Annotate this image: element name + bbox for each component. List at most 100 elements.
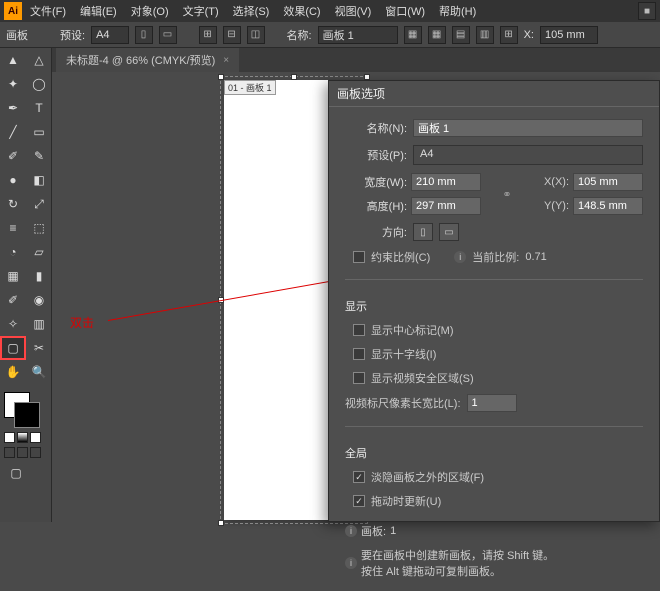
opt-icon-4[interactable]: ▦ — [404, 26, 422, 44]
line-tool-icon[interactable]: ╱ — [0, 120, 26, 144]
opt-icon-3[interactable]: ◫ — [247, 26, 265, 44]
lasso-tool-icon[interactable]: ◯ — [26, 72, 52, 96]
preset-select-dialog[interactable]: A4 — [413, 145, 643, 165]
graph-tool-icon[interactable]: ▥ — [26, 312, 52, 336]
eyedropper-tool-icon[interactable]: ✐ — [0, 288, 26, 312]
mesh-tool-icon[interactable]: ▦ — [0, 264, 26, 288]
orient-landscape-icon[interactable]: ▭ — [159, 26, 177, 44]
x-pos-label: X(X): — [533, 176, 569, 188]
scale-tool-icon[interactable]: ⤢ — [26, 192, 52, 216]
brush-tool-icon[interactable]: ✐ — [0, 144, 26, 168]
selection-tool-icon[interactable]: ▲ — [0, 48, 26, 72]
menu-file[interactable]: 文件(F) — [24, 1, 72, 21]
menu-object[interactable]: 对象(O) — [125, 1, 175, 21]
fade-outside-label: 淡隐画板之外的区域(F) — [371, 469, 484, 485]
name-field[interactable] — [413, 119, 643, 137]
menu-bar: Ai 文件(F) 编辑(E) 对象(O) 文字(T) 选择(S) 效果(C) 视… — [0, 0, 660, 22]
hand-tool-icon[interactable]: ✋ — [0, 360, 26, 384]
show-center-label: 显示中心标记(M) — [371, 322, 454, 338]
show-cross-checkbox[interactable] — [353, 348, 365, 360]
menu-view[interactable]: 视图(V) — [329, 1, 378, 21]
pen-tool-icon[interactable]: ✒ — [0, 96, 26, 120]
cur-ratio-value: 0.71 — [525, 251, 546, 263]
show-center-checkbox[interactable] — [353, 324, 365, 336]
menu-help[interactable]: 帮助(H) — [433, 1, 482, 21]
color-mode-icon[interactable] — [4, 432, 15, 443]
opt-icon-5[interactable]: ▦ — [428, 26, 446, 44]
rotate-tool-icon[interactable]: ↻ — [0, 192, 26, 216]
eraser-tool-icon[interactable]: ◧ — [26, 168, 52, 192]
gradient-tool-icon[interactable]: ▮ — [26, 264, 52, 288]
free-transform-tool-icon[interactable]: ⬚ — [26, 216, 52, 240]
ruler-ratio-field[interactable] — [467, 394, 517, 412]
dialog-title: 画板选项 — [329, 81, 659, 107]
close-tab-icon[interactable]: × — [223, 55, 229, 66]
perspective-tool-icon[interactable]: ▱ — [26, 240, 52, 264]
annotation-text: 双击 — [70, 314, 94, 331]
type-tool-icon[interactable]: T — [26, 96, 52, 120]
handle-bl[interactable] — [218, 520, 224, 526]
artboard-count: 1 — [390, 525, 396, 537]
blob-brush-tool-icon[interactable]: ● — [0, 168, 26, 192]
artboard-count-label: 画板: — [361, 523, 386, 539]
none-mode-icon[interactable] — [30, 432, 41, 443]
update-drag-checkbox[interactable] — [353, 495, 365, 507]
y-field[interactable] — [573, 197, 643, 215]
info-icon-2: i — [345, 525, 357, 537]
slice-tool-icon[interactable]: ✂ — [26, 336, 52, 360]
preset-select[interactable]: A4 — [91, 26, 128, 44]
update-drag-label: 拖动时更新(U) — [371, 493, 441, 509]
toolbox: ▲ △ ✦ ◯ ✒ T ╱ ▭ ✐ ✎ ● ◧ ↻ ⤢ ≡ ⬚ ◔ ▱ ▦ ▮ … — [0, 48, 52, 522]
shape-builder-tool-icon[interactable]: ◔ — [0, 240, 26, 264]
zoom-tool-icon[interactable]: 🔍 — [26, 360, 52, 384]
draw-behind-icon[interactable] — [17, 447, 28, 458]
width-tool-icon[interactable]: ≡ — [0, 216, 26, 240]
pencil-tool-icon[interactable]: ✎ — [26, 144, 52, 168]
orient-portrait-button[interactable]: ▯ — [413, 223, 433, 241]
artboard-tool-icon[interactable]: ▢ — [0, 336, 26, 360]
opt-icon-7[interactable]: ▥ — [476, 26, 494, 44]
link-wh-icon[interactable]: ⚭ — [501, 180, 513, 208]
width-field[interactable] — [411, 173, 481, 191]
show-safe-checkbox[interactable] — [353, 372, 365, 384]
document-tab-bar: 未标题-4 @ 66% (CMYK/预览) × — [0, 48, 660, 72]
fade-outside-checkbox[interactable] — [353, 471, 365, 483]
menu-window[interactable]: 窗口(W) — [379, 1, 431, 21]
menu-effect[interactable]: 效果(C) — [277, 1, 326, 21]
blend-tool-icon[interactable]: ◉ — [26, 288, 52, 312]
height-field[interactable] — [411, 197, 481, 215]
fill-stroke-swatch[interactable] — [4, 392, 40, 428]
opt-icon-6[interactable]: ▤ — [452, 26, 470, 44]
opt-icon-1[interactable]: ⊞ — [199, 26, 217, 44]
artboard-options-dialog: 画板选项 名称(N): 预设(P): A4 宽度(W): 高度(H): ⚭ — [328, 80, 660, 522]
ruler-ratio-label: 视频标尺像素长宽比(L): — [345, 395, 461, 411]
app-logo-icon: Ai — [4, 2, 22, 20]
width-label: 宽度(W): — [345, 174, 407, 190]
panel-label: 画板 — [6, 27, 28, 43]
search-icon[interactable]: ■ — [638, 2, 656, 20]
display-section-label: 显示 — [345, 298, 643, 314]
symbol-tool-icon[interactable]: ✧ — [0, 312, 26, 336]
constrain-checkbox[interactable] — [353, 251, 365, 263]
draw-normal-icon[interactable] — [4, 447, 15, 458]
orient-portrait-icon[interactable]: ▯ — [135, 26, 153, 44]
x-field[interactable] — [573, 173, 643, 191]
name-input[interactable] — [318, 26, 398, 44]
direct-selection-tool-icon[interactable]: △ — [26, 48, 52, 72]
x-input[interactable] — [540, 26, 598, 44]
menu-select[interactable]: 选择(S) — [227, 1, 276, 21]
orient-landscape-button[interactable]: ▭ — [439, 223, 459, 241]
menu-type[interactable]: 文字(T) — [177, 1, 225, 21]
magic-wand-tool-icon[interactable]: ✦ — [0, 72, 26, 96]
menu-edit[interactable]: 编辑(E) — [74, 1, 123, 21]
screen-mode-icon[interactable]: ▢ — [4, 462, 28, 484]
opt-icon-2[interactable]: ⊟ — [223, 26, 241, 44]
gradient-mode-icon[interactable] — [17, 432, 28, 443]
document-tab[interactable]: 未标题-4 @ 66% (CMYK/预览) × — [56, 48, 239, 72]
draw-inside-icon[interactable] — [30, 447, 41, 458]
reference-point-icon[interactable]: ⊞ — [500, 26, 518, 44]
cur-ratio-label: 当前比例: — [472, 249, 519, 265]
rectangle-tool-icon[interactable]: ▭ — [26, 120, 52, 144]
stroke-swatch[interactable] — [14, 402, 40, 428]
preset-label: 预设: — [60, 27, 85, 43]
